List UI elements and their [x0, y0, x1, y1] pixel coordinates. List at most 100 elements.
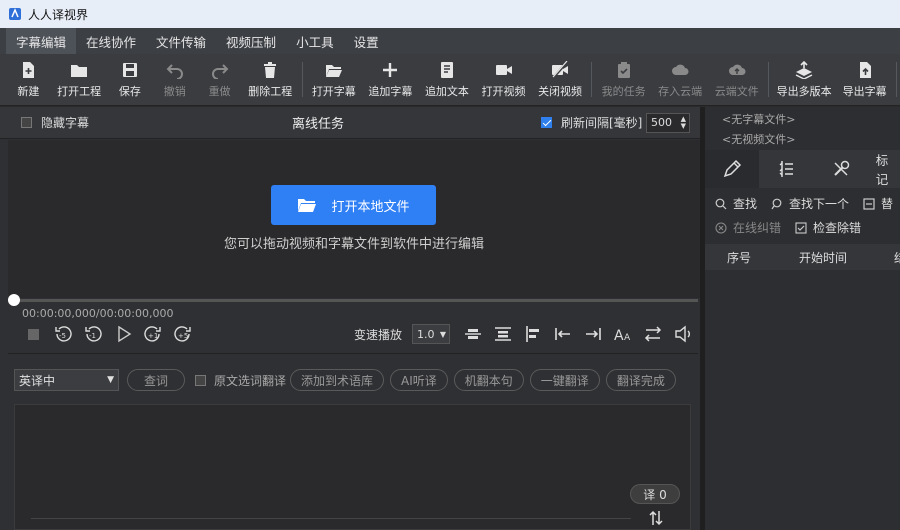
new-button[interactable]: 新建	[6, 54, 51, 105]
right-tabs: 标记	[705, 150, 900, 188]
align-middle-icon	[495, 327, 511, 341]
speed-select[interactable]: 1.0 ▼	[412, 324, 450, 344]
swap-button[interactable]	[638, 322, 668, 346]
menu-online-collab[interactable]: 在线协作	[76, 28, 146, 54]
add-subtitle-button[interactable]: 追加字幕	[362, 54, 419, 105]
checkbox-checked-icon	[795, 221, 807, 234]
undo-button[interactable]: 撤销	[152, 54, 197, 105]
cloud-files-button[interactable]: 云端文件	[708, 54, 765, 105]
hide-subtitle-checkbox[interactable]	[21, 117, 32, 128]
align-middle-button[interactable]	[488, 322, 518, 346]
replace-button[interactable]: 替	[863, 195, 893, 212]
spinner-arrows-icon[interactable]: ▲ ▼	[681, 115, 686, 130]
tab-edit[interactable]	[705, 150, 760, 188]
menu-subtitle-edit[interactable]: 字幕编辑	[6, 28, 77, 54]
forward-5-button[interactable]: +5	[168, 322, 198, 346]
menu-file-transfer[interactable]: 文件传输	[146, 28, 216, 54]
jump-end-button[interactable]	[578, 322, 608, 346]
svg-text:+1: +1	[148, 332, 158, 340]
app-logo-icon	[9, 8, 21, 20]
refresh-interval-label: 刷新间隔[毫秒]	[561, 116, 643, 130]
col-header-start[interactable]: 开始时间	[799, 249, 847, 266]
redo-button[interactable]: 重做	[197, 54, 242, 105]
folder-icon	[71, 64, 88, 77]
save-button[interactable]: 保存	[107, 54, 152, 105]
plus-icon	[383, 62, 398, 77]
rewind-1-button[interactable]: -1	[78, 322, 108, 346]
toolbar-separator	[591, 62, 593, 97]
video-camera-icon	[495, 64, 512, 75]
tab-mark[interactable]: 标记	[868, 150, 900, 188]
cloud-icon	[672, 64, 689, 75]
translation-editor[interactable]: 译 0	[14, 404, 691, 530]
add-to-termbase-button[interactable]: 添加到术语库	[290, 369, 385, 391]
online-correct-option[interactable]: 在线纠错	[715, 219, 781, 236]
col-header-end[interactable]: 结	[894, 249, 900, 266]
list-timeline-icon	[779, 161, 794, 177]
lookup-word-button[interactable]: 查词	[127, 369, 185, 391]
clipboard-check-icon	[617, 61, 630, 78]
refresh-interval-spinner[interactable]: 500 ▲ ▼	[646, 112, 690, 133]
search-icon	[715, 198, 727, 209]
language-select[interactable]: 英译中 ▼	[14, 369, 119, 391]
right-panel: <无字幕文件> <无视频文件> 标记 查找 查找下一个 替 在线纠错 检查除错 …	[705, 107, 900, 530]
open-project-button[interactable]: 打开工程	[51, 54, 108, 105]
search-next-icon	[771, 198, 782, 209]
rewind-5-button[interactable]: -5	[48, 322, 78, 346]
font-size-button[interactable]: AA	[608, 322, 638, 346]
open-video-button[interactable]: 打开视频	[475, 54, 532, 105]
video-subbar: 隐藏字幕 离线任务 刷新间隔[毫秒] 500 ▲ ▼	[0, 107, 700, 139]
folder-open-icon	[298, 199, 317, 212]
ai-listen-translate-button[interactable]: AI听译	[390, 369, 448, 391]
open-local-file-button[interactable]: 打开本地文件	[271, 185, 436, 225]
align-center-button[interactable]	[458, 322, 488, 346]
stop-button[interactable]	[18, 322, 48, 346]
delete-project-button[interactable]: 删除工程	[242, 54, 299, 105]
subtitle-file-status: <无字幕文件>	[722, 113, 796, 126]
tab-timeline[interactable]	[759, 150, 813, 188]
save-cloud-button[interactable]: 存入云端	[652, 54, 709, 105]
translation-done-button[interactable]: 翻译完成	[605, 369, 676, 391]
play-button[interactable]	[108, 322, 138, 346]
drop-hint-text: 您可以拖动视频和字幕文件到软件中进行编辑	[223, 237, 484, 252]
progress-knob[interactable]	[8, 294, 20, 306]
my-tasks-button[interactable]: 我的任务	[595, 54, 652, 105]
menu-settings[interactable]: 设置	[344, 28, 389, 54]
video-preview-area[interactable]: 打开本地文件 您可以拖动视频和字幕文件到软件中进行编辑	[8, 140, 700, 298]
find-next-button[interactable]: 查找下一个	[771, 195, 849, 212]
select-translate-checkbox[interactable]	[195, 374, 206, 386]
tab-tools[interactable]	[814, 150, 868, 188]
align-center-icon	[465, 329, 481, 339]
translate-toolbar: 英译中 ▼ 查词 原文选词翻译 添加到术语库 AI听译 机翻本句 一键翻译 翻译…	[14, 368, 698, 392]
forward-1-icon: +1	[144, 326, 161, 342]
search-row: 查找 查找下一个 替	[715, 195, 900, 212]
machine-translate-button[interactable]: 机翻本句	[453, 369, 524, 391]
refresh-interval-checkbox[interactable]	[541, 117, 552, 128]
check-errors-option[interactable]: 检查除错	[795, 219, 861, 236]
toolbar: 新建 打开工程 保存 撤销 重做 删除工程 打开字幕 追加字幕 追加文本 打开视…	[0, 54, 900, 106]
select-translate-option[interactable]: 原文选词翻译	[195, 372, 286, 389]
jump-start-button[interactable]	[548, 322, 578, 346]
export-subtitle-button[interactable]: 导出字幕	[836, 54, 893, 105]
window-title: 人人译视界	[28, 7, 89, 22]
menu-video-compress[interactable]: 视频压制	[216, 28, 286, 54]
open-subtitle-button[interactable]: 打开字幕	[306, 54, 363, 105]
volume-button[interactable]	[668, 322, 698, 346]
col-header-index[interactable]: 序号	[727, 249, 751, 266]
add-text-button[interactable]: 追加文本	[419, 54, 476, 105]
svg-text:A: A	[614, 328, 624, 344]
one-click-translate-button[interactable]: 一键翻译	[529, 369, 600, 391]
align-left-button[interactable]	[518, 322, 548, 346]
pencil-icon	[723, 159, 742, 178]
export-multi-version-button[interactable]: 导出多版本	[772, 54, 836, 105]
find-button[interactable]: 查找	[715, 195, 757, 212]
forward-1-button[interactable]: +1	[138, 322, 168, 346]
swap-vertical-icon[interactable]	[648, 509, 664, 527]
file-export-icon	[859, 61, 871, 78]
stop-icon	[28, 329, 39, 340]
progress-track[interactable]	[8, 299, 698, 302]
refresh-interval-value: 500	[651, 116, 672, 129]
menu-tools[interactable]: 小工具	[286, 28, 344, 54]
close-video-button[interactable]: 关闭视频	[532, 54, 589, 105]
correction-row: 在线纠错 检查除错	[715, 219, 875, 236]
